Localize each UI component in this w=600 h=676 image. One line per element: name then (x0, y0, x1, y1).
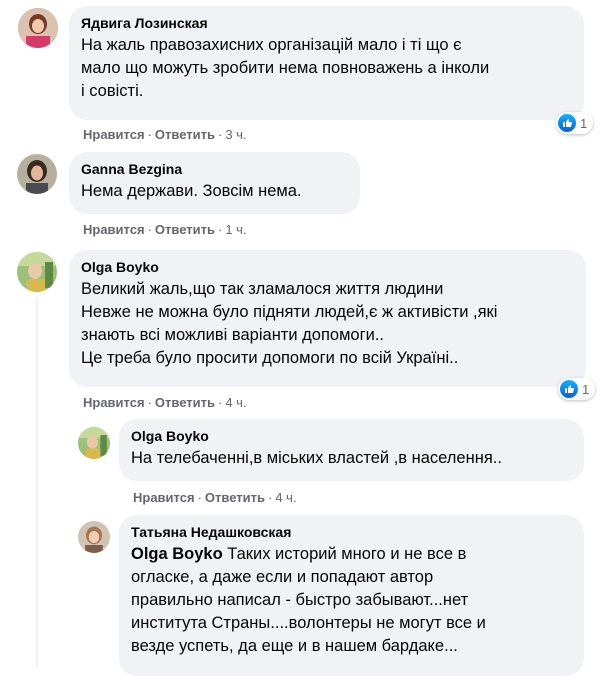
comment-time[interactable]: 4 ч. (225, 395, 246, 410)
comment-time[interactable]: 3 ч. (225, 127, 246, 142)
comment-author[interactable]: Olga Boyko (131, 427, 572, 445)
like-icon (560, 380, 578, 398)
avatar-photo-icon (17, 252, 57, 292)
like-icon (558, 114, 576, 132)
comment-time[interactable]: 1 ч. (225, 222, 246, 237)
avatar-photo-icon (17, 154, 57, 194)
comment-text: На телебаченні,в міських властей ,в насе… (131, 449, 502, 467)
comment-text: Нема держави. Зовсім нема. (81, 182, 302, 200)
reply-button[interactable]: Ответить (155, 222, 215, 237)
comment-author[interactable]: Ganna Bezgina (81, 160, 348, 178)
avatar[interactable] (17, 252, 57, 292)
avatar-photo-icon (78, 427, 110, 459)
comment-author[interactable]: Татьяна Недашковская (131, 523, 572, 541)
avatar-photo-icon (18, 8, 58, 48)
avatar[interactable] (78, 427, 110, 459)
comment-bubble: Ядвига Лозинская На жаль правозахисних о… (69, 6, 584, 120)
comment-bubble: Olga Boyko Великий жаль,що так зламалося… (69, 250, 586, 387)
comment-actions: Нравится · Ответить · 4 ч. (83, 395, 247, 410)
like-button[interactable]: Нравится (133, 490, 195, 505)
comment-bubble: Olga Boyko На телебаченні,в міських влас… (119, 419, 584, 481)
reply-button[interactable]: Ответить (155, 395, 215, 410)
comment-author[interactable]: Olga Boyko (81, 258, 574, 276)
reaction-count[interactable]: 1 (558, 378, 596, 400)
reply-button[interactable]: Ответить (205, 490, 265, 505)
comment-author[interactable]: Ядвига Лозинская (81, 14, 572, 32)
avatar[interactable] (17, 154, 57, 194)
comment-bubble: Татьяна Недашковская Olga Boyko Таких ис… (119, 515, 584, 676)
comment-actions: Нравится · Ответить · 4 ч. (133, 490, 297, 505)
like-button[interactable]: Нравится (83, 127, 145, 142)
thread-line (36, 298, 38, 668)
avatar[interactable] (18, 8, 58, 48)
comment-text: Великий жаль,що так зламалося життя люди… (81, 280, 498, 367)
comment-time[interactable]: 4 ч. (275, 490, 296, 505)
reply-button[interactable]: Ответить (155, 127, 215, 142)
like-button[interactable]: Нравится (83, 395, 145, 410)
comment-text: На жаль правозахисних організацій мало і… (81, 36, 490, 100)
comment-text: Olga Boyko Таких историй много и не все … (131, 545, 486, 655)
comment-actions: Нравится · Ответить · 3 ч. (83, 127, 247, 142)
avatar[interactable] (78, 521, 110, 553)
comment-bubble: Ganna Bezgina Нема держави. Зовсім нема. (69, 152, 360, 214)
comment-actions: Нравится · Ответить · 1 ч. (83, 222, 247, 237)
reaction-count[interactable]: 1 (556, 112, 594, 134)
like-button[interactable]: Нравится (83, 222, 145, 237)
mention-link[interactable]: Olga Boyko (131, 545, 223, 563)
avatar-photo-icon (78, 521, 110, 553)
